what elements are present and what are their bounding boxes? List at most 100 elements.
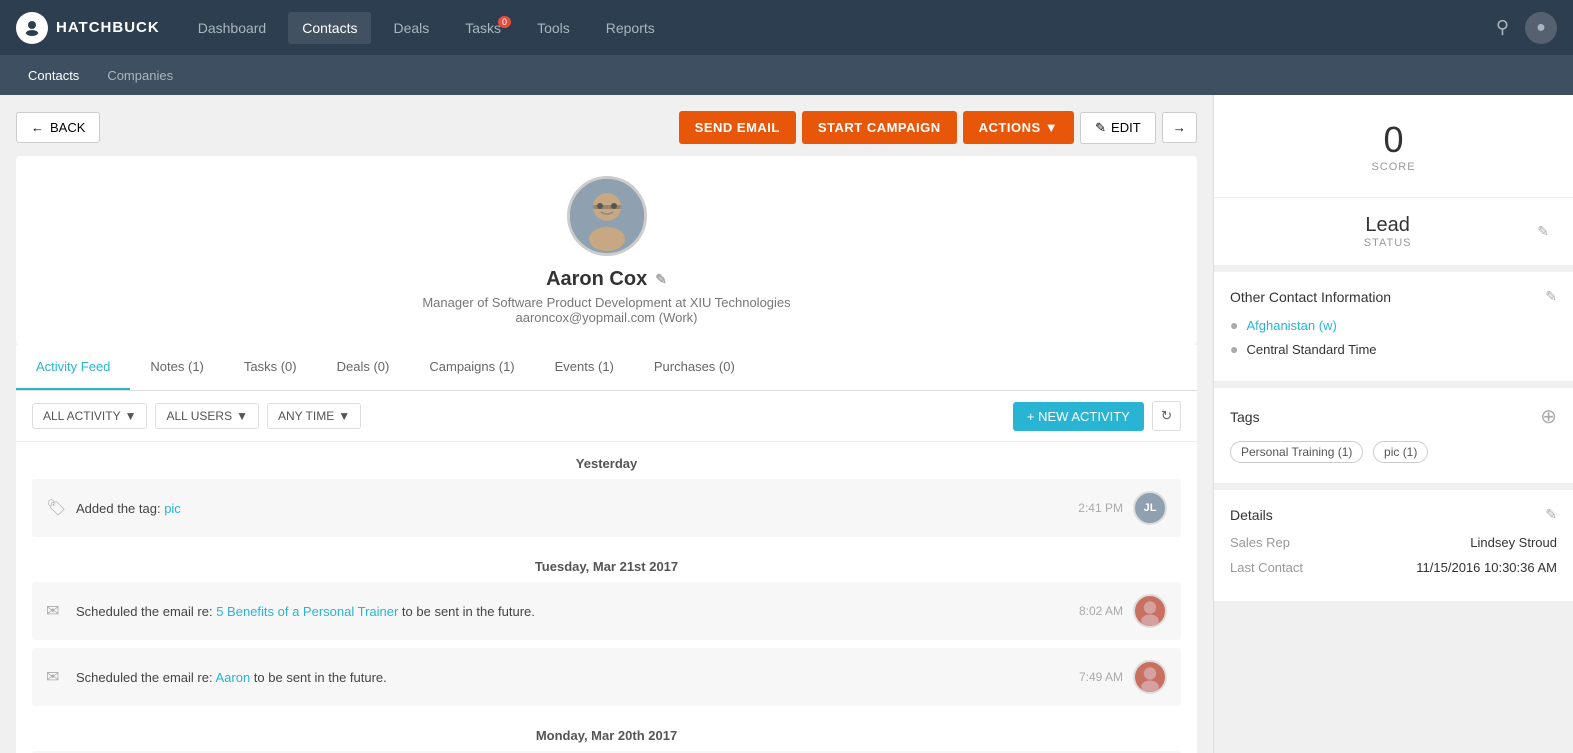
activity-time: 7:49 AM bbox=[1079, 670, 1123, 684]
email-icon: ✉ bbox=[46, 667, 66, 687]
edit-name-icon[interactable]: ✎ bbox=[655, 271, 667, 288]
logo-icon bbox=[16, 12, 48, 44]
pencil-icon: ✎ bbox=[1095, 120, 1106, 136]
add-tag-button[interactable]: ⊕ bbox=[1540, 404, 1557, 429]
nav-dashboard[interactable]: Dashboard bbox=[184, 12, 281, 44]
country-link[interactable]: Afghanistan (w) bbox=[1246, 318, 1336, 333]
back-button[interactable]: ← BACK bbox=[16, 112, 100, 143]
nav-tools[interactable]: Tools bbox=[523, 12, 584, 44]
status-edit-button[interactable]: ✎ bbox=[1537, 223, 1549, 240]
sales-rep-value: Lindsey Stroud bbox=[1470, 535, 1557, 550]
tab-events[interactable]: Events (1) bbox=[535, 345, 634, 390]
tab-notes[interactable]: Notes (1) bbox=[130, 345, 223, 390]
tasks-badge: 0 bbox=[498, 16, 511, 28]
nav-contacts[interactable]: Contacts bbox=[288, 12, 371, 44]
edit-button[interactable]: ✎ EDIT bbox=[1080, 112, 1156, 144]
activity-time: 8:02 AM bbox=[1079, 604, 1123, 618]
sub-nav-companies[interactable]: Companies bbox=[95, 62, 185, 89]
section-header: Other Contact Information ✎ bbox=[1230, 288, 1557, 305]
contact-name: Aaron Cox ✎ bbox=[36, 268, 1177, 291]
avatar bbox=[1133, 594, 1167, 628]
tab-campaigns[interactable]: Campaigns (1) bbox=[409, 345, 534, 390]
main-layout: ← BACK SEND EMAIL START CAMPAIGN ACTIONS… bbox=[0, 95, 1573, 753]
activity-text: Added the tag: pic bbox=[76, 501, 1068, 516]
activity-text: Scheduled the email re: 5 Benefits of a … bbox=[76, 604, 1069, 619]
tab-tasks[interactable]: Tasks (0) bbox=[224, 345, 317, 390]
contact-email: aaroncox@yopmail.com (Work) bbox=[36, 310, 1177, 325]
tags-header: Tags ⊕ bbox=[1230, 404, 1557, 429]
email-icon: ✉ bbox=[46, 601, 66, 621]
score-value: 0 bbox=[1238, 119, 1549, 161]
avatar bbox=[567, 176, 647, 256]
date-separator-tuesday: Tuesday, Mar 21st 2017 bbox=[32, 545, 1181, 582]
timezone-row: ● Central Standard Time bbox=[1230, 341, 1557, 357]
nav-tasks[interactable]: Tasks 0 bbox=[451, 12, 515, 44]
all-activity-filter[interactable]: ALL ACTIVITY ▼ bbox=[32, 403, 147, 429]
score-label: SCORE bbox=[1238, 161, 1549, 173]
tab-deals[interactable]: Deals (0) bbox=[317, 345, 410, 390]
nav-right-actions: ⚲ ● bbox=[1496, 12, 1557, 44]
send-email-button[interactable]: SEND EMAIL bbox=[679, 111, 796, 144]
timezone-value: Central Standard Time bbox=[1246, 342, 1376, 357]
sales-rep-label: Sales Rep bbox=[1230, 535, 1290, 550]
other-contact-info-edit-button[interactable]: ✎ bbox=[1545, 288, 1557, 305]
sales-rep-row: Sales Rep Lindsey Stroud bbox=[1230, 535, 1557, 550]
refresh-button[interactable]: ↻ bbox=[1152, 401, 1181, 431]
last-contact-label: Last Contact bbox=[1230, 560, 1303, 575]
activity-area: ALL ACTIVITY ▼ ALL USERS ▼ ANY TIME ▼ + … bbox=[16, 391, 1197, 753]
actions-button[interactable]: ACTIONS ▼ bbox=[963, 111, 1075, 144]
contact-title: Manager of Software Product Development … bbox=[36, 295, 1177, 310]
search-icon[interactable]: ⚲ bbox=[1496, 17, 1509, 38]
details-section: Details ✎ Sales Rep Lindsey Stroud Last … bbox=[1214, 490, 1573, 601]
activity-link[interactable]: pic bbox=[164, 501, 181, 516]
activity-text: Scheduled the email re: Aaron to be sent… bbox=[76, 670, 1069, 685]
last-contact-row: Last Contact 11/15/2016 10:30:36 AM bbox=[1230, 560, 1557, 575]
chevron-down-icon: ▼ bbox=[338, 409, 350, 423]
sub-nav: Contacts Companies bbox=[0, 55, 1573, 95]
date-separator-yesterday: Yesterday bbox=[32, 442, 1181, 479]
status-section: Lead STATUS ✎ bbox=[1214, 198, 1573, 266]
details-title: Details bbox=[1230, 507, 1273, 523]
details-edit-button[interactable]: ✎ bbox=[1545, 506, 1557, 523]
chevron-down-icon: ▼ bbox=[1045, 120, 1058, 135]
right-panel: 0 SCORE Lead STATUS ✎ Other Contact Info… bbox=[1213, 95, 1573, 753]
tab-activity-feed[interactable]: Activity Feed bbox=[16, 345, 130, 390]
chevron-down-icon: ▼ bbox=[236, 409, 248, 423]
score-section: 0 SCORE bbox=[1214, 95, 1573, 198]
any-time-filter[interactable]: ANY TIME ▼ bbox=[267, 403, 361, 429]
activity-time: 2:41 PM bbox=[1078, 501, 1123, 515]
tag-item[interactable]: Personal Training (1) bbox=[1230, 441, 1363, 463]
activity-item: 🏷 Added the tag: pic 2:41 PM JL bbox=[32, 479, 1181, 537]
start-campaign-button[interactable]: START CAMPAIGN bbox=[802, 111, 957, 144]
tags-section: Tags ⊕ Personal Training (1) pic (1) bbox=[1214, 388, 1573, 484]
tabs-bar: Activity Feed Notes (1) Tasks (0) Deals … bbox=[16, 345, 1197, 391]
all-users-filter[interactable]: ALL USERS ▼ bbox=[155, 403, 258, 429]
toolbar-right: SEND EMAIL START CAMPAIGN ACTIONS ▼ ✎ ED… bbox=[679, 111, 1197, 144]
nav-deals[interactable]: Deals bbox=[379, 12, 443, 44]
other-contact-info-section: Other Contact Information ✎ ● Afghanista… bbox=[1214, 272, 1573, 382]
activity-link[interactable]: 5 Benefits of a Personal Trainer bbox=[216, 604, 398, 619]
last-contact-value: 11/15/2016 10:30:36 AM bbox=[1416, 560, 1557, 575]
new-activity-button[interactable]: + NEW ACTIVITY bbox=[1013, 402, 1144, 431]
user-avatar-nav[interactable]: ● bbox=[1525, 12, 1557, 44]
tab-purchases[interactable]: Purchases (0) bbox=[634, 345, 755, 390]
activity-item: ✉ Scheduled the email re: Aaron to be se… bbox=[32, 648, 1181, 706]
logo: HATCHBUCK bbox=[16, 12, 160, 44]
activity-feed: Yesterday 🏷 Added the tag: pic 2:41 PM J… bbox=[16, 442, 1197, 753]
next-button[interactable]: → bbox=[1162, 112, 1197, 143]
status-value: Lead bbox=[1238, 214, 1537, 237]
location-row: ● Afghanistan (w) bbox=[1230, 317, 1557, 333]
tag-icon: 🏷 bbox=[46, 498, 66, 518]
avatar bbox=[1133, 660, 1167, 694]
location-icon: ● bbox=[1230, 317, 1238, 333]
tag-item[interactable]: pic (1) bbox=[1373, 441, 1428, 463]
activity-link[interactable]: Aaron bbox=[215, 670, 250, 685]
nav-reports[interactable]: Reports bbox=[592, 12, 669, 44]
details-header: Details ✎ bbox=[1230, 506, 1557, 523]
sub-nav-contacts[interactable]: Contacts bbox=[16, 62, 91, 89]
tags-list: Personal Training (1) pic (1) bbox=[1230, 441, 1557, 467]
other-contact-info-title: Other Contact Information bbox=[1230, 289, 1391, 305]
contact-toolbar: ← BACK SEND EMAIL START CAMPAIGN ACTIONS… bbox=[16, 111, 1197, 144]
top-nav: HATCHBUCK Dashboard Contacts Deals Tasks… bbox=[0, 0, 1573, 55]
status-label: STATUS bbox=[1238, 237, 1537, 249]
